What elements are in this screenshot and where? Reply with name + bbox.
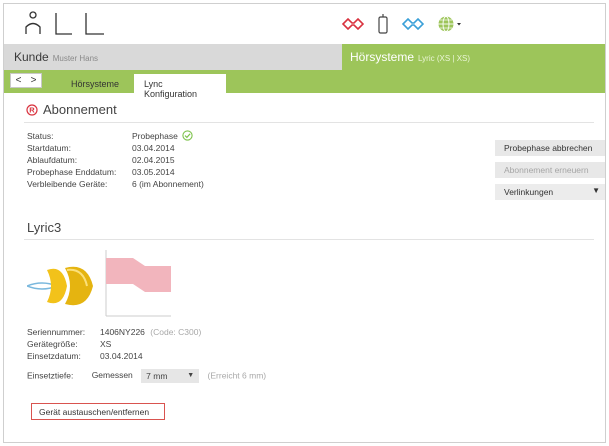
depth-reached-note: (Erreicht 6 mm) — [207, 370, 267, 381]
section-divider — [24, 122, 594, 123]
hearing-systems-header: Hörsysteme Lyric (XS | XS) — [342, 44, 605, 70]
links-dropdown-label: Verlinkungen — [504, 187, 554, 197]
registered-icon: R — [26, 104, 38, 116]
customer-label: Kunde Muster Hans — [14, 50, 98, 64]
links-dropdown[interactable]: Verlinkungen ▼ — [495, 184, 605, 200]
nav-arrows: < > — [10, 73, 42, 88]
probephase-enddatum-label: Probephase Enddatum: — [27, 167, 117, 177]
depth-row: Einsetztiefe: Gemessen 7 mm ▼ (Erreicht … — [27, 369, 327, 383]
verbleibende-geraete-value: 6 (im Abonnement) — [132, 179, 204, 189]
einsetzdatum-value: 03.04.2014 — [100, 351, 143, 361]
customer-header: Kunde Muster Hans — [4, 44, 342, 70]
depth-select-value: 7 mm — [146, 371, 168, 381]
ear-right-blue-icon[interactable] — [402, 18, 424, 30]
geraetegroesse-label: Gerätegröße: — [27, 339, 78, 349]
ablaufdatum-value: 02.04.2015 — [132, 155, 175, 165]
geraetegroesse-value: XS — [100, 339, 112, 349]
top-bar — [4, 4, 605, 43]
check-circle-icon — [182, 130, 193, 141]
abonnement-title: Abonnement — [43, 102, 117, 117]
renew-subscription-button[interactable]: Abonnement erneuern — [495, 162, 605, 178]
startdatum-value: 03.04.2014 — [132, 143, 175, 153]
customer-name: Muster Hans — [52, 54, 99, 63]
hearing-systems-label: Hörsysteme — [350, 50, 415, 64]
customer-label-text: Kunde — [14, 50, 49, 64]
section-divider — [24, 239, 594, 240]
abonnement-labels: Status: Startdatum: Ablaufdatum: Probeph… — [27, 130, 116, 190]
device-labels: Seriennummer: Gerätegröße: Einsetzdatum: — [27, 326, 85, 362]
einsetztiefe-label: Einsetztiefe: — [27, 370, 74, 381]
seriennummer-code: (Code: C300) — [150, 327, 202, 337]
insertion-depth-diagram — [105, 250, 171, 317]
svg-text:R: R — [29, 106, 35, 115]
tab-bar: < > Hörsysteme Lync Konfiguration — [4, 70, 605, 99]
globe-icon[interactable] — [437, 15, 463, 33]
chevron-down-icon: ▼ — [592, 186, 600, 195]
device-title: Lyric3 — [27, 220, 62, 235]
abonnement-values: Probephase 03.04.2014 02.04.2015 03.05.2… — [132, 130, 204, 190]
app-window: Kunde Muster Hans Hörsysteme Lyric (XS | X… — [3, 3, 606, 443]
status-label: Status: — [27, 131, 54, 141]
startdatum-label: Startdatum: — [27, 143, 71, 153]
depth-select[interactable]: 7 mm ▼ — [141, 369, 200, 383]
ear-left-red-icon[interactable] — [342, 18, 364, 30]
depth-mode: Gemessen — [91, 370, 133, 381]
status-value: Probephase — [132, 131, 178, 141]
nav-back-button[interactable]: < — [16, 75, 22, 86]
chevron-down-icon: ▼ — [187, 372, 195, 379]
probephase-enddatum-value: 03.05.2014 — [132, 167, 175, 177]
nav-forward-button[interactable]: > — [31, 75, 37, 86]
ablaufdatum-label: Ablaufdatum: — [27, 155, 78, 165]
tab-hoersysteme[interactable]: Hörsysteme — [61, 74, 129, 93]
seriennummer-value: 1406NY226 — [100, 327, 145, 337]
device-values: 1406NY226 (Code: C300) XS 03.04.2014 — [100, 326, 201, 362]
phonak-logo — [25, 11, 104, 35]
seriennummer-label: Seriennummer: — [27, 327, 86, 337]
replace-device-button[interactable]: Gerät austauschen/entfernen — [31, 403, 165, 420]
einsetzdatum-label: Einsetzdatum: — [27, 351, 81, 361]
tab-lyric-konfiguration[interactable]: Lync Konfiguration — [134, 74, 226, 99]
hearing-aid-image — [27, 266, 93, 306]
verbleibende-geraete-label: Verbleibende Geräte: — [27, 179, 108, 189]
cancel-trial-button[interactable]: Probephase abbrechen — [495, 140, 605, 156]
hearing-systems-value: Lyric (XS | XS) — [418, 54, 471, 63]
phone-device-icon[interactable] — [377, 14, 389, 34]
